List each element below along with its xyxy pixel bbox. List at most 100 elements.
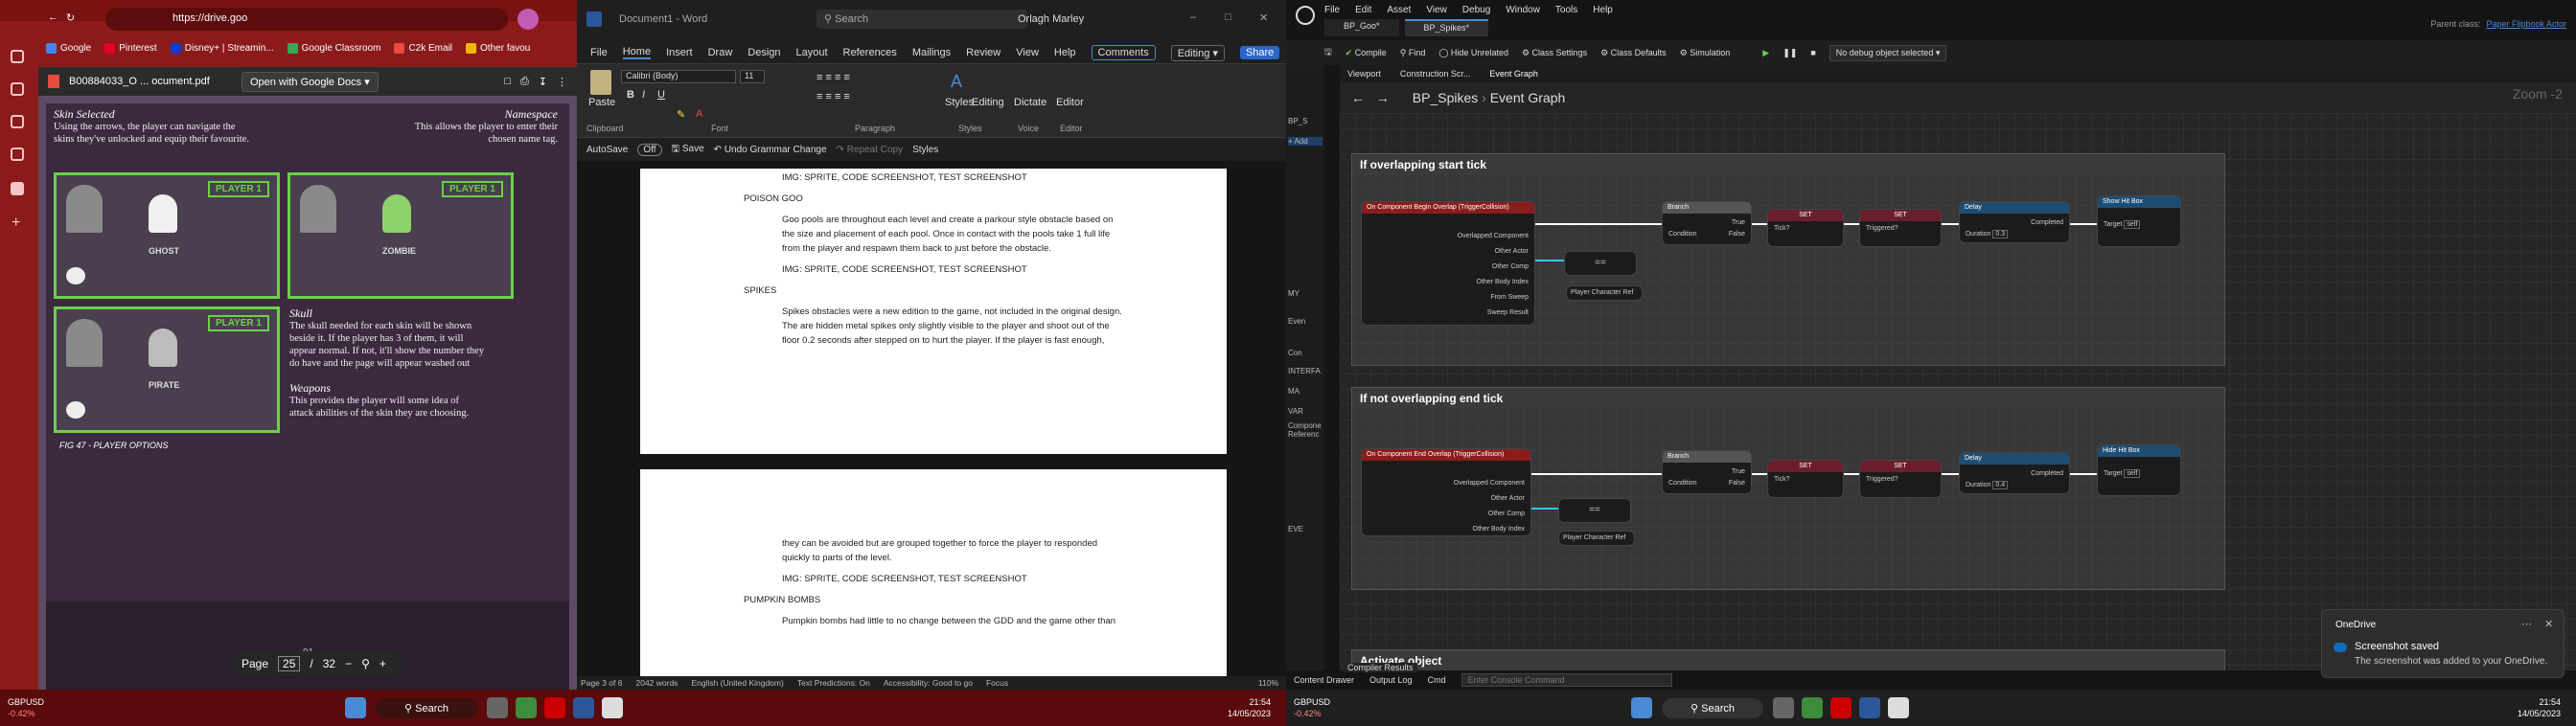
word-taskbar-icon[interactable] bbox=[1858, 697, 1880, 718]
zoom-icon[interactable]: ⚲ bbox=[361, 657, 370, 670]
menu-help[interactable]: Help bbox=[1054, 47, 1076, 58]
download-icon[interactable]: ↧ bbox=[539, 76, 547, 88]
show-hitbox-node[interactable]: Show Hit Box Target self bbox=[2097, 195, 2181, 247]
address-bar[interactable]: https://drive.goo bbox=[105, 8, 508, 31]
focus-button[interactable]: Focus bbox=[986, 678, 1008, 688]
bold-icon[interactable]: B bbox=[627, 89, 634, 101]
editing-mode-button[interactable]: Editing ▾ bbox=[1170, 44, 1225, 61]
sidebar-app-icon[interactable] bbox=[11, 50, 24, 63]
menu-window[interactable]: Window bbox=[1506, 5, 1540, 15]
output-log-button[interactable]: Output Log bbox=[1369, 675, 1413, 685]
styles-icon[interactable]: A bbox=[951, 72, 962, 92]
word-search[interactable]: ⚲ Search bbox=[816, 10, 1027, 29]
alignment-icons[interactable]: ≡ ≡ ≡ ≡ bbox=[816, 91, 850, 102]
app-icon[interactable] bbox=[1801, 697, 1823, 718]
document-paragraph[interactable]: The are hidden metal spikes only slightl… bbox=[782, 321, 1110, 331]
tab-viewport[interactable]: Viewport bbox=[1347, 69, 1381, 79]
underline-icon[interactable]: U bbox=[657, 89, 665, 101]
styles-button[interactable]: Styles bbox=[945, 97, 974, 108]
delay-node[interactable]: Delay Completed Duration 0.4 bbox=[1959, 452, 2070, 494]
document-paragraph[interactable]: the size and placement of each pool. Onc… bbox=[782, 229, 1110, 239]
print-icon[interactable]: ⎙ bbox=[520, 76, 529, 88]
sidebar-app-icon[interactable] bbox=[11, 182, 24, 195]
cmd-button[interactable]: Cmd bbox=[1428, 675, 1446, 685]
set-triggered-node[interactable]: SET Triggered? bbox=[1859, 460, 1942, 498]
event-dispatchers-section[interactable]: EVE bbox=[1288, 525, 1322, 533]
document-paragraph[interactable]: IMG: SPRITE, CODE SCREENSHOT, TEST SCREE… bbox=[782, 172, 1027, 183]
class-defaults-button[interactable]: ⚙ Class Defaults bbox=[1600, 48, 1667, 58]
document-paragraph[interactable]: Pumpkin bombs had little to no change be… bbox=[782, 616, 1116, 626]
menu-home[interactable]: Home bbox=[622, 46, 652, 59]
menu-view[interactable]: View bbox=[1016, 47, 1039, 58]
menu-file[interactable]: File bbox=[1324, 5, 1340, 15]
construction-item[interactable]: Con bbox=[1288, 349, 1322, 357]
save-button[interactable]: 🖫 Save bbox=[672, 142, 704, 158]
compile-button[interactable]: ✔ Compile bbox=[1346, 48, 1387, 58]
taskbar-search[interactable]: ⚲ Search bbox=[376, 697, 477, 718]
editor-button[interactable]: Editor bbox=[1056, 97, 1084, 108]
tab-bp-goo[interactable]: BP_Goo* bbox=[1324, 19, 1399, 36]
menu-view[interactable]: View bbox=[1426, 5, 1447, 15]
menu-references[interactable]: References bbox=[843, 47, 897, 58]
app-icon[interactable] bbox=[543, 697, 565, 718]
interfaces-section[interactable]: INTERFA bbox=[1288, 367, 1322, 375]
find-button[interactable]: ⚲ Find bbox=[1400, 48, 1426, 58]
menu-edit[interactable]: Edit bbox=[1355, 5, 1371, 15]
event-graph-canvas[interactable]: Zoom -2 If overlapping start tick On Com… bbox=[1340, 86, 2576, 688]
menu-file[interactable]: File bbox=[590, 47, 608, 58]
paragraph-controls[interactable]: ≡ ≡ ≡ ≡ bbox=[816, 72, 960, 83]
styles-qat-button[interactable]: Styles bbox=[912, 145, 938, 155]
toast-close-icon[interactable]: ✕ bbox=[2544, 618, 2553, 630]
breadcrumb-blueprint[interactable]: BP_Spikes bbox=[1413, 90, 1478, 105]
menu-design[interactable]: Design bbox=[748, 47, 780, 58]
refresh-icon[interactable]: ↻ bbox=[66, 11, 75, 24]
menu-layout[interactable]: Layout bbox=[796, 47, 828, 58]
highlight-icon[interactable]: ✎ bbox=[677, 108, 685, 121]
class-settings-button[interactable]: ⚙ Class Settings bbox=[1522, 48, 1587, 58]
component-root[interactable]: BP_S bbox=[1288, 117, 1322, 125]
document-canvas[interactable]: IMG: SPRITE, CODE SCREENSHOT, TEST SCREE… bbox=[577, 161, 1286, 690]
sidebar-app-icon[interactable] bbox=[11, 82, 24, 96]
document-paragraph[interactable]: POISON GOO bbox=[744, 193, 803, 204]
undo-button[interactable]: ↶ Undo Grammar Change bbox=[714, 145, 827, 155]
clock[interactable]: 21:54 14/05/2023 bbox=[1228, 696, 1286, 719]
hide-hitbox-node[interactable]: Hide Hit Box Target self bbox=[2097, 444, 2181, 496]
set-tick-node[interactable]: SET Tick? bbox=[1767, 460, 1844, 498]
branch-node[interactable]: Branch True Condition False bbox=[1662, 201, 1752, 245]
tab-construction[interactable]: Construction Scr... bbox=[1400, 69, 1471, 79]
dictate-button[interactable]: Dictate bbox=[1014, 97, 1046, 108]
menu-mailings[interactable]: Mailings bbox=[912, 47, 951, 58]
open-with-google-docs-button[interactable]: Open with Google Docs ▾ bbox=[242, 71, 379, 92]
compiler-results-tab[interactable]: Compiler Results bbox=[1344, 663, 1417, 672]
bookmark-c2k[interactable]: C2k Email bbox=[394, 42, 452, 54]
pdf-viewer[interactable]: Skin Selected Using the arrows, the play… bbox=[38, 96, 577, 690]
font-size-select[interactable]: 11 bbox=[740, 70, 765, 83]
word-count[interactable]: 2042 words bbox=[635, 678, 678, 688]
share-button[interactable]: Share bbox=[1239, 46, 1280, 59]
maximize-icon[interactable]: □ bbox=[1225, 11, 1231, 23]
tab-event-graph[interactable]: Event Graph bbox=[1489, 69, 1538, 79]
variables-section[interactable]: VAR bbox=[1288, 407, 1322, 416]
unreal-taskbar-icon[interactable] bbox=[601, 697, 623, 718]
bookmark-classroom[interactable]: Google Classroom bbox=[287, 42, 380, 54]
document-paragraph[interactable]: IMG: SPRITE, CODE SCREENSHOT, TEST SCREE… bbox=[782, 574, 1027, 584]
url-text[interactable]: https://drive.goo bbox=[172, 12, 247, 24]
text-predictions[interactable]: Text Predictions: On bbox=[797, 678, 870, 688]
paste-button[interactable]: Paste bbox=[588, 97, 615, 108]
graphs-item[interactable]: Even bbox=[1288, 317, 1322, 326]
menu-help[interactable]: Help bbox=[1593, 5, 1613, 15]
profile-avatar[interactable] bbox=[518, 9, 539, 30]
save-icon[interactable]: 🖫 bbox=[1324, 45, 1332, 60]
add-button[interactable]: + Add bbox=[1288, 137, 1322, 146]
document-paragraph[interactable]: they can be avoided but are grouped toge… bbox=[782, 538, 1097, 549]
document-paragraph[interactable]: PUMPKIN BOMBS bbox=[744, 595, 820, 605]
stop-icon[interactable]: ■ bbox=[1810, 48, 1815, 57]
bookmark-google[interactable]: Google bbox=[46, 42, 91, 54]
references-item[interactable]: Referenc bbox=[1288, 430, 1322, 439]
parent-class-link[interactable]: Paper Flipbook Actor bbox=[2486, 19, 2576, 36]
toast-more-icon[interactable]: ⋯ bbox=[2521, 618, 2532, 630]
start-icon[interactable] bbox=[1631, 697, 1652, 718]
components-item[interactable]: Compone bbox=[1288, 421, 1322, 430]
document-paragraph[interactable]: from the player and respawn them back to… bbox=[782, 243, 1051, 254]
play-icon[interactable]: ▶ bbox=[1762, 48, 1769, 58]
